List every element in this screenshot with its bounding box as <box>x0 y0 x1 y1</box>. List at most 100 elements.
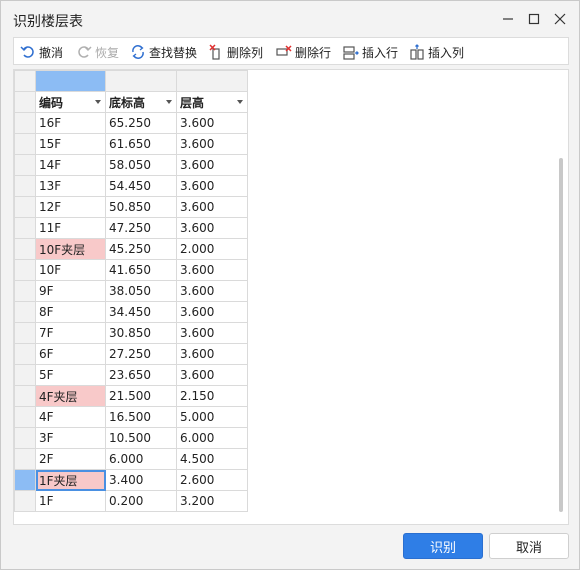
cell-base-elevation[interactable]: 61.650 <box>105 133 177 155</box>
column-header-a[interactable] <box>35 70 106 92</box>
corner-cell[interactable] <box>14 70 36 92</box>
cell-code[interactable]: 15F <box>35 133 106 155</box>
row-header[interactable] <box>14 385 36 407</box>
vertical-scrollbar[interactable] <box>559 158 563 512</box>
cell-base-elevation[interactable]: 21.500 <box>105 385 177 407</box>
cell-floor-height[interactable]: 3.600 <box>176 343 248 365</box>
cell-base-elevation[interactable]: 65.250 <box>105 112 177 134</box>
cell-base-elevation[interactable]: 0.200 <box>105 490 177 512</box>
cell-code[interactable]: 8F <box>35 301 106 323</box>
cell-base-elevation[interactable]: 34.450 <box>105 301 177 323</box>
cell-code[interactable]: 4F <box>35 406 106 428</box>
row-header[interactable] <box>14 364 36 386</box>
cell-floor-height[interactable]: 3.600 <box>176 322 248 344</box>
column-header-b[interactable] <box>105 70 177 92</box>
cell-code[interactable]: 13F <box>35 175 106 197</box>
row-header[interactable] <box>14 196 36 218</box>
header-code[interactable]: 编码 <box>35 91 106 113</box>
cell-code[interactable]: 16F <box>35 112 106 134</box>
dropdown-arrow-icon[interactable] <box>237 100 243 104</box>
row-header[interactable] <box>14 154 36 176</box>
cell-base-elevation[interactable]: 54.450 <box>105 175 177 197</box>
cell-floor-height[interactable]: 2.000 <box>176 238 248 260</box>
cell-code[interactable]: 4F夹层 <box>35 385 106 407</box>
cell-base-elevation[interactable]: 58.050 <box>105 154 177 176</box>
cell-floor-height[interactable]: 4.500 <box>176 448 248 470</box>
row-header[interactable] <box>14 301 36 323</box>
cell-code[interactable]: 1F夹层 <box>35 469 106 491</box>
cell-code[interactable]: 11F <box>35 217 106 239</box>
cell-floor-height[interactable]: 3.200 <box>176 490 248 512</box>
cell-floor-height[interactable]: 3.600 <box>176 175 248 197</box>
cell-floor-height[interactable]: 5.000 <box>176 406 248 428</box>
row-header[interactable] <box>14 322 36 344</box>
cell-code[interactable]: 12F <box>35 196 106 218</box>
row-header[interactable] <box>14 112 36 134</box>
row-header[interactable] <box>14 280 36 302</box>
cell-code[interactable]: 7F <box>35 322 106 344</box>
cell-base-elevation[interactable]: 10.500 <box>105 427 177 449</box>
row-header[interactable] <box>14 343 36 365</box>
cell-floor-height[interactable]: 3.600 <box>176 154 248 176</box>
dropdown-arrow-icon[interactable] <box>95 100 101 104</box>
row-header[interactable] <box>14 238 36 260</box>
cell-base-elevation[interactable]: 23.650 <box>105 364 177 386</box>
cell-floor-height[interactable]: 2.150 <box>176 385 248 407</box>
minimize-button[interactable] <box>496 7 520 31</box>
cell-floor-height[interactable]: 2.600 <box>176 469 248 491</box>
cell-code[interactable]: 10F夹层 <box>35 238 106 260</box>
row-header[interactable] <box>14 217 36 239</box>
cell-base-elevation[interactable]: 16.500 <box>105 406 177 428</box>
cell-code[interactable]: 2F <box>35 448 106 470</box>
cell-floor-height[interactable]: 3.600 <box>176 280 248 302</box>
find-replace-button[interactable]: 查找替换 <box>130 42 197 62</box>
row-header[interactable] <box>14 406 36 428</box>
cell-base-elevation[interactable]: 45.250 <box>105 238 177 260</box>
cell-floor-height[interactable]: 3.600 <box>176 259 248 281</box>
row-header[interactable] <box>14 448 36 470</box>
cell-base-elevation[interactable]: 27.250 <box>105 343 177 365</box>
cell-code[interactable]: 6F <box>35 343 106 365</box>
recognize-button[interactable]: 识别 <box>403 533 483 559</box>
cell-floor-height[interactable]: 3.600 <box>176 364 248 386</box>
cell-floor-height[interactable]: 3.600 <box>176 112 248 134</box>
cell-code[interactable]: 10F <box>35 259 106 281</box>
delete-column-button[interactable]: 删除列 <box>208 42 263 62</box>
header-base-elevation[interactable]: 底标高 <box>105 91 177 113</box>
insert-column-button[interactable]: 插入列 <box>409 42 464 62</box>
row-header[interactable] <box>14 427 36 449</box>
undo-button[interactable]: 撤消 <box>20 42 63 62</box>
cell-base-elevation[interactable]: 3.400 <box>105 469 177 491</box>
cancel-button[interactable]: 取消 <box>489 533 569 559</box>
column-header-c[interactable] <box>176 70 248 92</box>
row-header[interactable] <box>14 259 36 281</box>
row-header[interactable] <box>14 133 36 155</box>
cell-base-elevation[interactable]: 47.250 <box>105 217 177 239</box>
cell-floor-height[interactable]: 3.600 <box>176 133 248 155</box>
cell-base-elevation[interactable]: 6.000 <box>105 448 177 470</box>
redo-button[interactable]: 恢复 <box>76 42 119 62</box>
insert-row-button[interactable]: 插入行 <box>343 42 398 62</box>
row-header[interactable] <box>14 175 36 197</box>
cell-floor-height[interactable]: 3.600 <box>176 301 248 323</box>
row-header[interactable] <box>14 490 36 512</box>
maximize-button[interactable] <box>522 7 546 31</box>
row-header[interactable] <box>14 91 36 113</box>
dropdown-arrow-icon[interactable] <box>166 100 172 104</box>
delete-row-button[interactable]: 删除行 <box>276 42 331 62</box>
row-header[interactable] <box>14 469 36 491</box>
close-button[interactable] <box>548 7 572 31</box>
cell-code[interactable]: 3F <box>35 427 106 449</box>
cell-floor-height[interactable]: 3.600 <box>176 196 248 218</box>
cell-code[interactable]: 5F <box>35 364 106 386</box>
cell-base-elevation[interactable]: 30.850 <box>105 322 177 344</box>
header-floor-height[interactable]: 层高 <box>176 91 248 113</box>
cell-base-elevation[interactable]: 41.650 <box>105 259 177 281</box>
cell-base-elevation[interactable]: 38.050 <box>105 280 177 302</box>
cell-floor-height[interactable]: 3.600 <box>176 217 248 239</box>
cell-floor-height[interactable]: 6.000 <box>176 427 248 449</box>
cell-code[interactable]: 14F <box>35 154 106 176</box>
cell-code[interactable]: 9F <box>35 280 106 302</box>
cell-base-elevation[interactable]: 50.850 <box>105 196 177 218</box>
cell-code[interactable]: 1F <box>35 490 106 512</box>
